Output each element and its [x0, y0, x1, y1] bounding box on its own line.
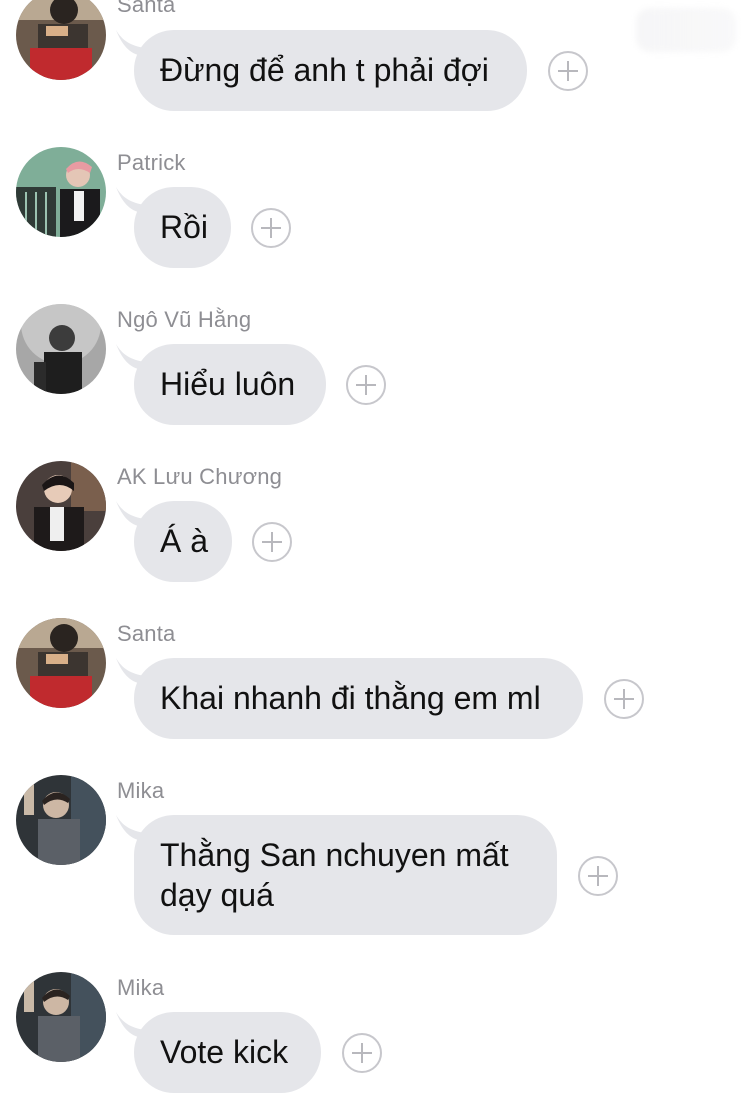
sender-name: Mika — [117, 975, 165, 1000]
avatar[interactable] — [16, 147, 106, 237]
avatar[interactable] — [16, 0, 106, 80]
avatar[interactable] — [16, 461, 106, 551]
add-reaction-icon[interactable] — [252, 522, 292, 562]
add-reaction-icon[interactable] — [251, 208, 291, 248]
avatar[interactable] — [16, 304, 106, 394]
message-line: Thằng San nchuyen mất — [160, 837, 509, 873]
sender-name: Mika — [117, 778, 165, 803]
sender-name: Santa — [117, 621, 176, 646]
avatar[interactable] — [16, 618, 106, 708]
add-reaction-icon[interactable] — [346, 365, 386, 405]
message-bubble[interactable]: Đừng để anh t phải đợi — [134, 30, 527, 111]
add-reaction-icon[interactable] — [604, 679, 644, 719]
add-reaction-icon[interactable] — [342, 1033, 382, 1073]
message-bubble[interactable]: Hiểu luôn — [134, 344, 326, 425]
message-bubble[interactable]: Thằng San nchuyen mất dạy quá — [134, 815, 557, 935]
message-bubble[interactable]: Vote kick — [134, 1012, 321, 1093]
blurred-corner — [636, 8, 736, 52]
add-reaction-icon[interactable] — [548, 51, 588, 91]
avatar[interactable] — [16, 972, 106, 1062]
sender-name: AK Lưu Chương — [117, 464, 283, 489]
avatar[interactable] — [16, 775, 106, 865]
sender-name: Santa — [117, 0, 176, 17]
sender-name: Patrick — [117, 150, 186, 175]
add-reaction-icon[interactable] — [578, 856, 618, 896]
message-bubble[interactable]: Á à — [134, 501, 232, 582]
chat-thread[interactable]: Santa Đừng để anh t phải đợi Patrick Rồi — [0, 0, 750, 1093]
message-bubble[interactable]: Rồi — [134, 187, 231, 268]
sender-name: Ngô Vũ Hằng — [117, 307, 252, 332]
message-line: dạy quá — [160, 877, 274, 913]
message-bubble[interactable]: Khai nhanh đi thằng em ml — [134, 658, 583, 739]
